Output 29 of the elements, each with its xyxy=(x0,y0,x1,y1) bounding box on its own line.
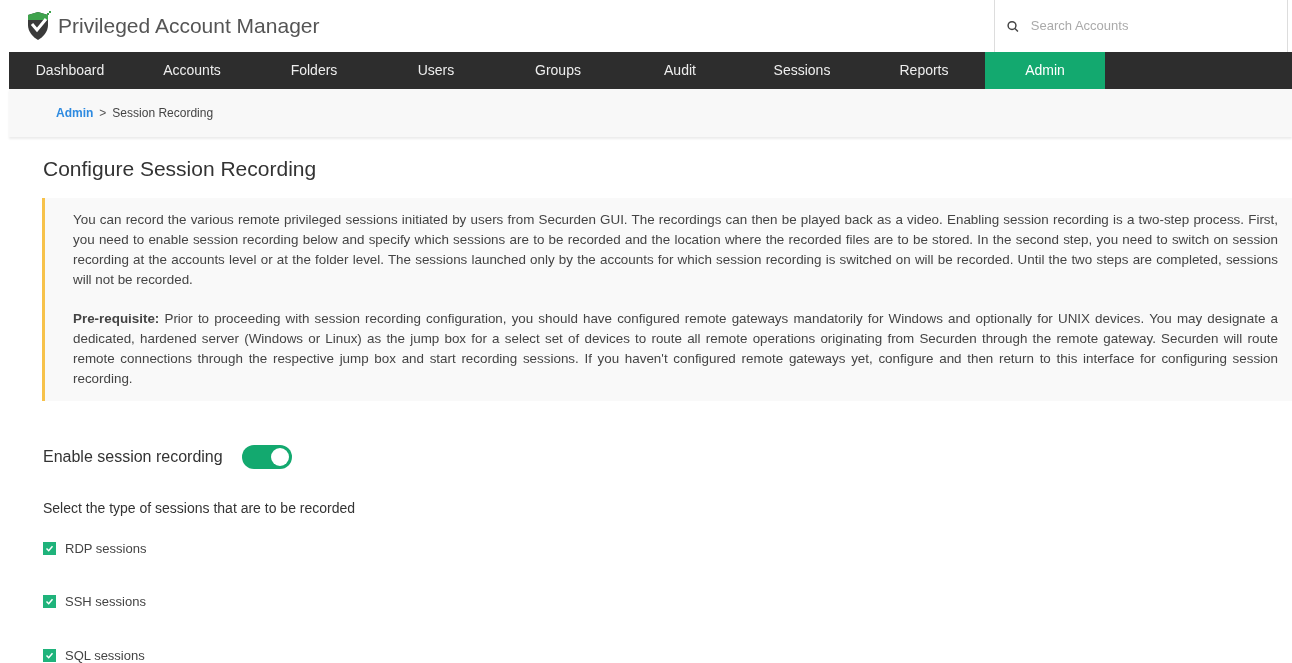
enable-label: Enable session recording xyxy=(43,446,223,467)
check-icon xyxy=(45,650,54,660)
nav-tab[interactable]: Folders xyxy=(253,52,375,89)
notice-paragraph: Pre-requisite: Prior to proceeding with session recording configuration, you should have configured remote gateways mandatorily for Windows and optionally for UNIX devices. You may designate a dedicated, hardened server (Windows or Linux) as the jump box for a select set of devices to route all remote operations originating from Securden through the remote gateway. Securden will route remote connections through the respective jump box and start recording sessions. If you haven't configured remote gateways yet, configure and then return to this interface for configuring session recording. xyxy=(73,309,1278,388)
section-heading: Select the type of sessions that are to be recorded xyxy=(43,498,357,518)
checkbox[interactable] xyxy=(43,648,56,662)
nav-tab[interactable]: Dashboard xyxy=(9,52,131,89)
checkbox-label: RDP sessions xyxy=(65,539,147,558)
page-title: Configure Session Recording xyxy=(43,156,318,182)
app-title: Privileged Account Manager xyxy=(58,13,320,40)
search-icon xyxy=(1007,19,1019,33)
check-icon xyxy=(45,597,54,607)
nav-tab[interactable]: Sessions xyxy=(741,52,863,89)
checkbox[interactable] xyxy=(43,541,56,555)
search-field[interactable]: Search Accounts xyxy=(1030,16,1275,36)
breadcrumb-current: Session Recording xyxy=(112,105,214,122)
checkbox-label: SQL sessions xyxy=(65,646,145,663)
shield-logo-icon xyxy=(26,11,52,41)
check-icon xyxy=(45,543,54,553)
nav-tab[interactable]: Reports xyxy=(863,52,985,89)
toggle-switch[interactable] xyxy=(241,444,292,469)
checkbox-label: SSH sessions xyxy=(65,593,146,611)
nav-tab[interactable]: Audit xyxy=(619,52,741,89)
notice-paragraph: You can record the various remote privileged sessions initiated by users from Securden GUI. The recordings can then be played back as a video. Enabling session recording is a two-step process. First, you need to enable session recording below and specify which sessions are to be recorded and the location where the recorded files are to be stored. In the second step, you need to switch on session recording at the accounts level or at the folder level. The sessions launched only by the accounts for which session recording is switched on will be recorded. Until the two steps are completed, sessions will not be recorded. xyxy=(73,210,1278,289)
nav-tab[interactable]: Accounts xyxy=(131,52,253,89)
checkbox[interactable] xyxy=(43,595,56,609)
nav-tab[interactable]: Groups xyxy=(497,52,619,89)
nav-tab[interactable]: Users xyxy=(375,52,497,89)
breadcrumb-separator: > xyxy=(99,105,107,122)
